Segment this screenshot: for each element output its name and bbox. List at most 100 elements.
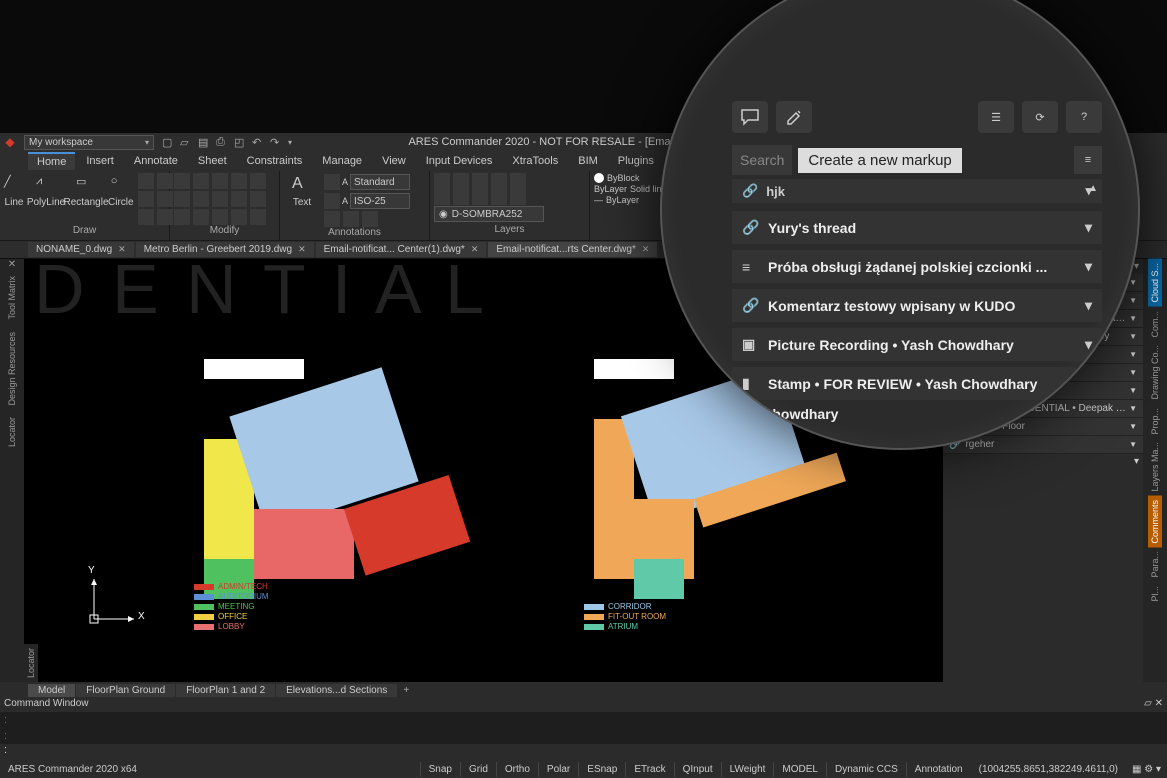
status-toggle-grid[interactable]: Grid xyxy=(460,762,496,777)
markup-item[interactable]: 🔗Yury's thread▾ xyxy=(732,211,1102,244)
stretch-icon[interactable] xyxy=(193,191,209,207)
dim-style-a-dropdown[interactable]: Standard xyxy=(350,174,410,190)
new-icon[interactable]: ▢ xyxy=(162,136,174,148)
palette-cloud[interactable]: Cloud S... xyxy=(1148,259,1162,307)
text-button[interactable]: AText xyxy=(284,173,320,208)
table-icon[interactable] xyxy=(324,211,340,227)
palette-close-icon[interactable]: ✕ xyxy=(8,259,16,270)
cmd-close-icon[interactable]: ✕ xyxy=(1155,698,1163,709)
rectangle-button[interactable]: ▭Rectangle xyxy=(68,173,104,208)
tab-floorplan-12[interactable]: FloorPlan 1 and 2 xyxy=(176,684,275,697)
status-toggle-annotation[interactable]: Annotation xyxy=(906,762,971,777)
palette-para[interactable]: Para... xyxy=(1148,547,1162,582)
layer-prev-icon[interactable] xyxy=(510,189,526,205)
layer-freeze-icon[interactable] xyxy=(472,173,488,189)
comment-row[interactable]: 🔗rgeher▼ xyxy=(943,436,1143,454)
tab-model[interactable]: Model xyxy=(28,684,75,697)
palette-prop[interactable]: Prop... xyxy=(1148,404,1162,439)
cmd-restore-icon[interactable]: ▱ xyxy=(1144,698,1152,709)
filter-icon[interactable]: ≡ xyxy=(1074,146,1102,174)
status-toggle-qinput[interactable]: QInput xyxy=(674,762,721,777)
layer-lock-icon[interactable] xyxy=(510,173,526,189)
status-toggle-snap[interactable]: Snap xyxy=(420,762,460,777)
layer-off-icon[interactable] xyxy=(491,173,507,189)
field-icon[interactable] xyxy=(343,211,359,227)
tab-bim[interactable]: BIM xyxy=(569,153,607,169)
tab-input-devices[interactable]: Input Devices xyxy=(417,153,502,169)
status-toggle-etrack[interactable]: ETrack xyxy=(625,762,673,777)
refresh-icon[interactable]: ⟳ xyxy=(1022,101,1058,133)
palette-layers[interactable]: Layers Ma... xyxy=(1148,438,1162,496)
layer-on-icon[interactable] xyxy=(434,189,450,205)
extend-icon[interactable] xyxy=(231,209,247,225)
scroll-up-icon[interactable]: ▲ xyxy=(1088,183,1098,194)
tab-home[interactable]: Home xyxy=(28,152,75,170)
panel-more-icon[interactable]: ▾ xyxy=(1134,456,1139,467)
layercolor-dropdown[interactable]: ByLayer xyxy=(594,184,627,194)
close-icon[interactable]: ✕ xyxy=(471,244,479,255)
close-icon[interactable]: ✕ xyxy=(298,244,306,255)
new-markup-icon[interactable] xyxy=(776,101,812,133)
rotate-icon[interactable] xyxy=(212,173,228,189)
open-icon[interactable]: ▱ xyxy=(180,136,192,148)
close-icon[interactable]: ✕ xyxy=(118,244,126,255)
status-toggle-ortho[interactable]: Ortho xyxy=(496,762,538,777)
palette-comments[interactable]: Comments xyxy=(1148,496,1162,548)
tab-elevations[interactable]: Elevations...d Sections xyxy=(276,684,397,697)
tab-xtratools[interactable]: XtraTools xyxy=(503,153,567,169)
tab-view[interactable]: View xyxy=(373,153,415,169)
status-toggle-model[interactable]: MODEL xyxy=(773,762,826,777)
palette-tool-matrix[interactable]: Tool Matrix xyxy=(5,270,19,326)
comment-icon[interactable] xyxy=(732,101,768,133)
layer-dropdown[interactable]: ◉ D-SOMBRA252 xyxy=(434,206,544,222)
workspace-dropdown[interactable]: My workspace xyxy=(24,135,154,150)
add-layout-button[interactable]: + xyxy=(398,685,414,696)
dim-style-b-dropdown[interactable]: ISO-25 xyxy=(350,193,410,209)
linetype-dropdown[interactable]: ByLayer xyxy=(606,195,639,205)
layer-unlock-icon[interactable] xyxy=(472,189,488,205)
print-icon[interactable]: ⎙ xyxy=(216,136,228,148)
dim-icon[interactable] xyxy=(324,174,340,190)
erase-icon[interactable] xyxy=(212,209,228,225)
circle-button[interactable]: ○Circle xyxy=(108,173,134,208)
offset-icon[interactable] xyxy=(174,209,190,225)
qat-more-icon[interactable] xyxy=(288,136,300,148)
palette-drawing[interactable]: Drawing Co... xyxy=(1148,341,1162,404)
markup-item[interactable]: ▣Picture Recording • Yash Chowdhary▾ xyxy=(732,328,1102,361)
doc-tab[interactable]: NONAME_0.dwg✕ xyxy=(28,242,134,257)
list-icon[interactable]: ☰ xyxy=(978,101,1014,133)
preview-icon[interactable]: ◰ xyxy=(234,136,246,148)
tab-insert[interactable]: Insert xyxy=(77,153,123,169)
scale-icon[interactable] xyxy=(174,191,190,207)
point-icon[interactable] xyxy=(138,209,154,225)
status-toggle-polar[interactable]: Polar xyxy=(538,762,578,777)
doc-tab[interactable]: Email-notificat... Center(1).dwg*✕ xyxy=(316,242,487,257)
layer-thaw-icon[interactable] xyxy=(453,189,469,205)
color-dropdown[interactable]: ByBlock xyxy=(607,173,640,183)
tab-floorplan-ground[interactable]: FloorPlan Ground xyxy=(76,684,175,697)
markup-item[interactable]: 🔗Komentarz testowy wpisany w KUDO▾ xyxy=(732,289,1102,322)
markup-item[interactable]: ▮Stamp • FOR REVIEW • Yash Chowdhary▾ xyxy=(732,367,1102,400)
tab-manage[interactable]: Manage xyxy=(313,153,371,169)
chamfer-icon[interactable] xyxy=(231,191,247,207)
fillet-icon[interactable] xyxy=(212,191,228,207)
doc-tab-active[interactable]: Email-notificat...rts Center.dwg*✕ xyxy=(488,242,657,257)
array-icon[interactable] xyxy=(250,191,266,207)
redo-icon[interactable]: ↷ xyxy=(270,136,282,148)
panel-dropdown-icon[interactable]: ▾ xyxy=(1134,261,1139,272)
save-icon[interactable]: ▤ xyxy=(198,136,210,148)
palette-com[interactable]: Com... xyxy=(1148,307,1162,342)
layer-iso-icon[interactable] xyxy=(453,173,469,189)
palette-locator[interactable]: Locator xyxy=(5,411,19,453)
line-button[interactable]: ╱Line xyxy=(4,173,24,208)
help-icon[interactable]: ? xyxy=(1066,101,1102,133)
arc-icon[interactable] xyxy=(138,173,154,189)
undo-icon[interactable]: ↶ xyxy=(252,136,264,148)
trim-icon[interactable] xyxy=(231,173,247,189)
break-icon[interactable] xyxy=(250,209,266,225)
doc-tab[interactable]: Metro Berlin - Greebert 2019.dwg✕ xyxy=(136,242,314,257)
explode-icon[interactable] xyxy=(193,209,209,225)
status-toggle-dynamic ccs[interactable]: Dynamic CCS xyxy=(826,762,906,777)
tab-constraints[interactable]: Constraints xyxy=(238,153,312,169)
markup-item[interactable]: ≡Próba obsługi żądanej polskiej czcionki… xyxy=(732,250,1102,283)
